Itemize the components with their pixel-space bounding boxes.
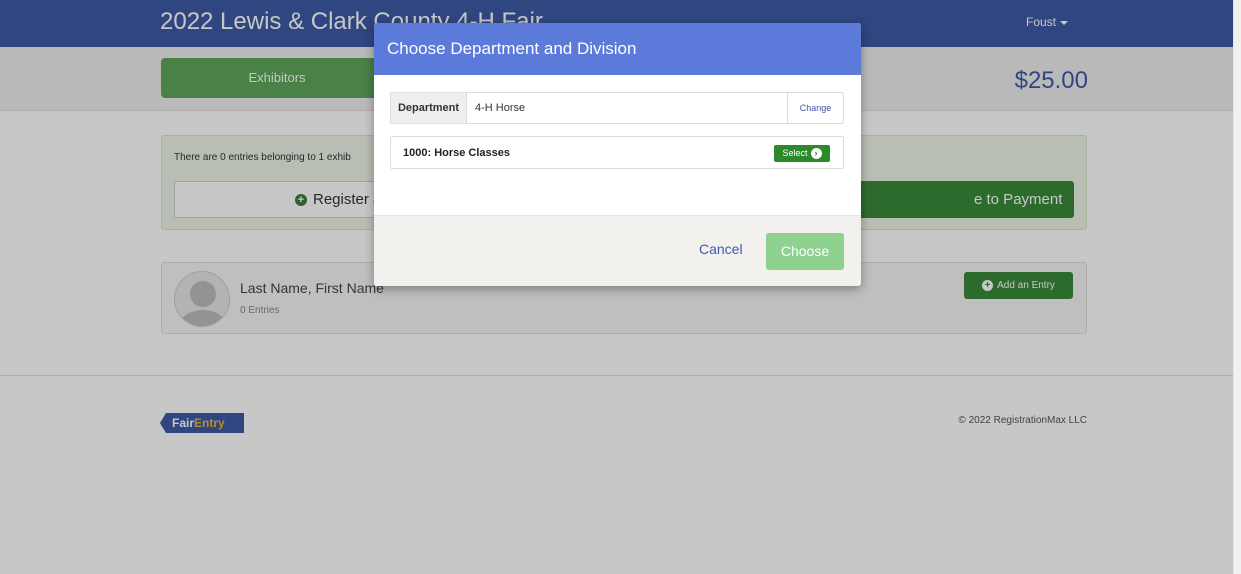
cancel-button[interactable]: Cancel (699, 241, 743, 257)
division-label: 1000: Horse Classes (403, 147, 511, 159)
division-row[interactable]: 1000: Horse Classes Select › (390, 136, 844, 169)
department-row: Department 4-H Horse Change (390, 92, 844, 124)
select-division-button[interactable]: Select › (774, 145, 830, 162)
modal-title: Choose Department and Division (374, 23, 861, 75)
select-button-label: Select (782, 148, 808, 158)
choose-department-modal: Choose Department and Division Departmen… (374, 23, 861, 286)
choose-button[interactable]: Choose (766, 233, 844, 270)
modal-body: Department 4-H Horse Change 1000: Horse … (374, 75, 861, 215)
modal-footer: Cancel Choose (374, 215, 861, 286)
change-department-button[interactable]: Change (787, 93, 843, 123)
arrow-right-circle-icon: › (810, 148, 822, 160)
department-value: 4-H Horse (475, 102, 526, 114)
page-scrollbar[interactable] (1233, 0, 1241, 574)
department-label: Department (391, 93, 467, 123)
